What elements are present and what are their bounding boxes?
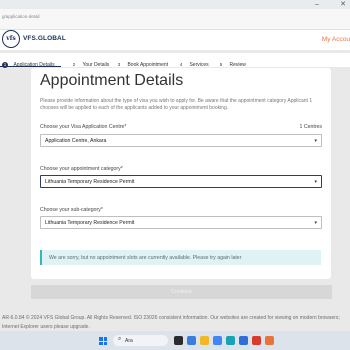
vfs-logo-icon[interactable]: vfs [2, 30, 20, 48]
step-label: Services [189, 61, 209, 68]
step-tracker: 1 Application Details 2 Your Details 3 B… [0, 53, 350, 68]
appointment-details-card: Appointment Details Please provide infor… [31, 68, 331, 279]
subcategory-select[interactable]: Lithuania Temporary Residence Permit ▾ [40, 216, 322, 229]
step-label: Review [229, 61, 246, 68]
visa-centre-value: Application Centre, Ankara [45, 138, 107, 144]
taskbar: ⌕ Ara [0, 331, 350, 350]
chevron-down-icon: ▾ [314, 220, 317, 226]
browser-chrome: – ✕ g/application-detail [0, 0, 350, 30]
visa-centre-select[interactable]: Application Centre, Ankara ▾ [40, 134, 322, 147]
step-label: Book Appointment [127, 61, 169, 68]
centres-count: 1 Centres [299, 124, 323, 130]
browser-title-bar: – ✕ [0, 0, 350, 9]
address-bar[interactable]: g/application-detail [0, 9, 350, 30]
step-number: 2 [72, 61, 76, 67]
step-application-details[interactable]: 1 Application Details [2, 56, 55, 68]
taskbar-search[interactable]: ⌕ Ara [113, 335, 168, 346]
footer-text: AR-6.0.84 © 2024 VFS Global Group. All R… [2, 315, 340, 330]
alert-text: We are sorry, but no appointment slots a… [49, 254, 242, 261]
intro-text: Please provide information about the typ… [40, 98, 313, 111]
task-view-icon[interactable] [174, 336, 183, 345]
site-header: vfs VFS.GLOBAL My Accou [0, 30, 350, 50]
appointment-category-select[interactable]: Lithuania Temporary Residence Permit ▾ [40, 175, 322, 188]
step-number: 3 [117, 61, 121, 67]
subcategory-label: Choose your sub-category* [40, 207, 103, 213]
step-review[interactable]: 5 Review [218, 56, 246, 68]
chevron-down-icon: ▾ [314, 179, 317, 185]
step-label: Your Details [82, 61, 110, 68]
step-your-details[interactable]: 2 Your Details [71, 56, 110, 68]
app-icon-orange[interactable] [265, 336, 274, 345]
continue-label: Continue [171, 288, 192, 295]
appointment-category-value: Lithuania Temporary Residence Permit [45, 179, 135, 185]
step-book-appointment[interactable]: 3 Book Appointment [116, 56, 168, 68]
centre-label: Choose your Visa Application Centre* [40, 124, 127, 130]
taskbar-search-text: Ara [125, 337, 133, 344]
widgets-icon[interactable] [187, 336, 196, 345]
store-icon[interactable] [239, 336, 248, 345]
step-number: 5 [219, 61, 223, 67]
my-account-link[interactable]: My Accou [322, 36, 350, 43]
search-icon: ⌕ [118, 336, 122, 342]
url-text: g/application-detail [2, 14, 40, 19]
step-progress-bar [0, 66, 61, 67]
step-number: 4 [179, 61, 183, 67]
page-title: Appointment Details [40, 72, 184, 89]
minimize-icon[interactable]: – [312, 0, 322, 9]
continue-button[interactable]: Continue [31, 285, 332, 299]
logo-text: VFS.GLOBAL [23, 35, 66, 42]
category-label: Choose your appointment category* [40, 166, 123, 172]
edge-icon[interactable] [226, 336, 235, 345]
subcategory-value: Lithuania Temporary Residence Permit [45, 220, 135, 226]
chrome-icon[interactable] [213, 336, 222, 345]
logo-mark-text: vfs [6, 35, 16, 42]
chevron-down-icon: ▾ [314, 138, 317, 144]
close-icon[interactable]: ✕ [338, 0, 348, 9]
app-icon-red[interactable] [252, 336, 261, 345]
file-explorer-icon[interactable] [200, 336, 209, 345]
step-services[interactable]: 4 Services [178, 56, 209, 68]
windows-start-icon[interactable] [99, 337, 107, 345]
no-slots-alert: We are sorry, but no appointment slots a… [40, 250, 321, 265]
